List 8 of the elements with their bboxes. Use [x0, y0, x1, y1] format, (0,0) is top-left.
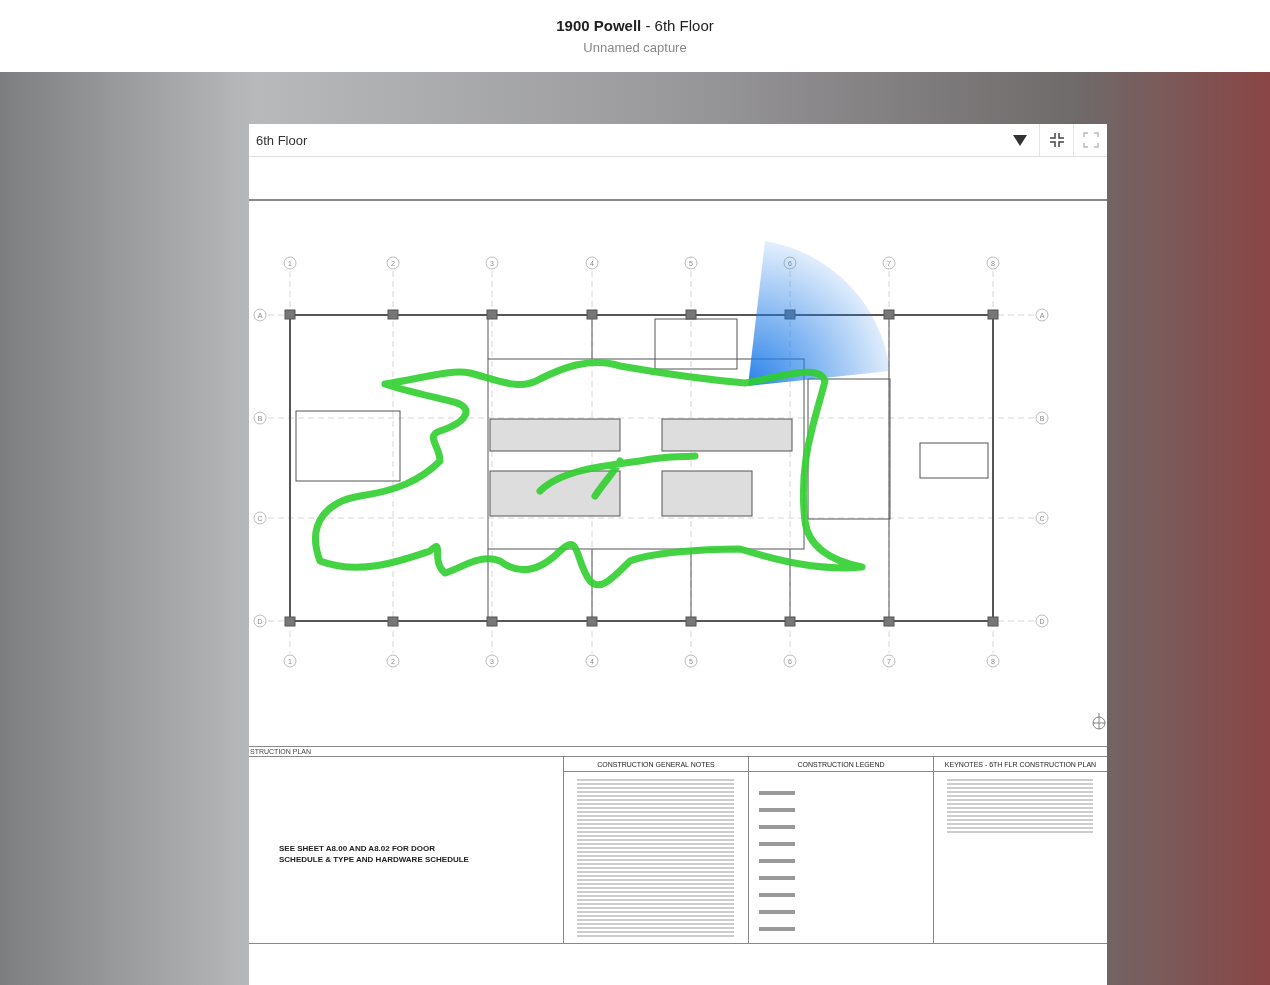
page-title: 1900 Powell - 6th Floor [556, 17, 714, 34]
floor-name: 6th Floor [255, 132, 309, 148]
fullscreen-icon [1082, 132, 1099, 148]
north-arrow-icon [1092, 712, 1106, 730]
collapse-icon [1048, 132, 1065, 148]
caret-icon [1013, 134, 1027, 146]
capture-name: Unnamed capture [583, 40, 687, 55]
schedule-note: SEE SHEET A8.00 AND A8.02 FOR DOOR SCHEDULE & TYPE AND HARDWARE SCHEDULE [279, 843, 469, 865]
